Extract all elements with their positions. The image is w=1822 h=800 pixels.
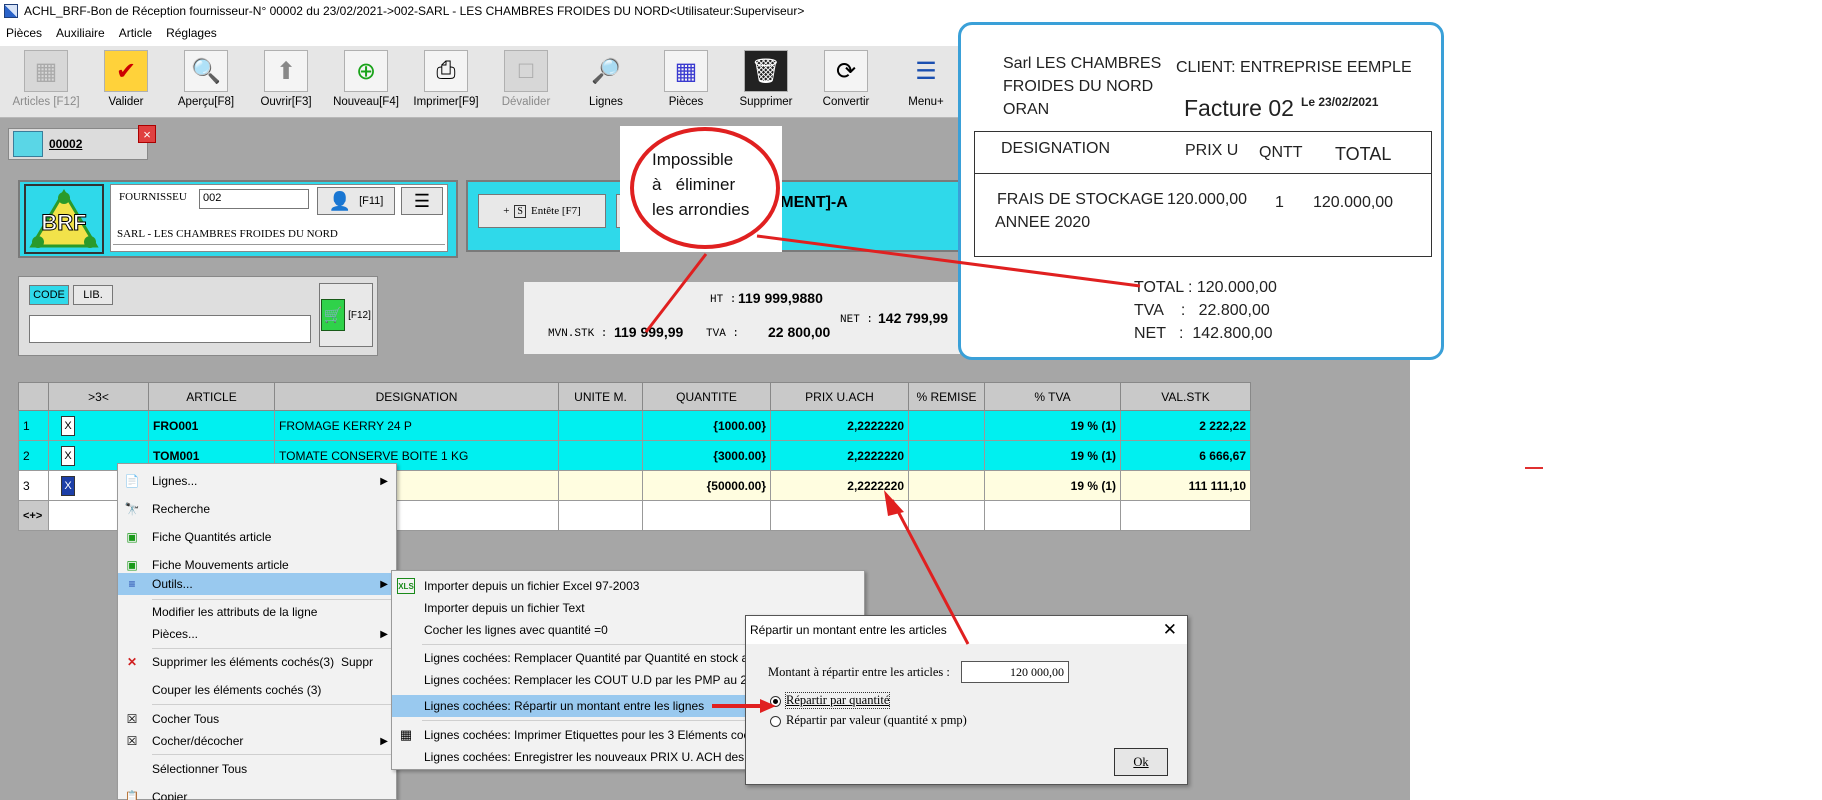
arrow-to-mvn	[644, 253, 708, 333]
line-to-invoice-total	[756, 234, 1141, 288]
arrowhead-prix-icon	[884, 490, 904, 516]
arrowhead-radio-icon	[760, 699, 776, 713]
arrow-to-prix	[890, 499, 970, 645]
red-dash-mark	[1525, 467, 1543, 469]
annotation-arrows	[644, 234, 1141, 713]
